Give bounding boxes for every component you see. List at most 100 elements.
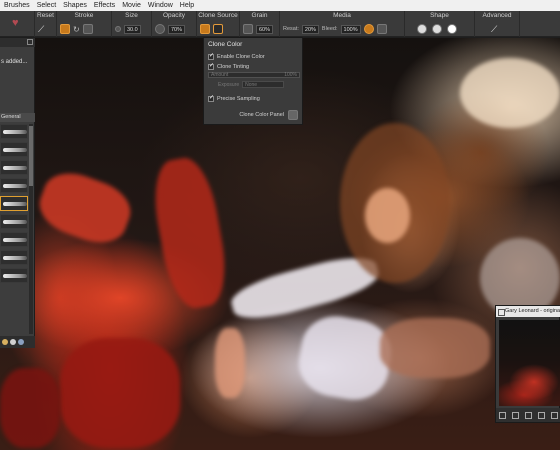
brush-item[interactable] — [0, 232, 28, 247]
brush-list — [0, 124, 28, 286]
navigator-title[interactable]: Gary Leonard - originalJ — [496, 306, 560, 317]
menu-movie[interactable]: Movie — [122, 0, 141, 11]
stroke-type-icon[interactable] — [60, 24, 70, 34]
resat-label: Resat: — [283, 26, 299, 32]
brush-dot-icon[interactable] — [10, 339, 16, 345]
folder-icon[interactable] — [499, 411, 506, 419]
scroll-thumb[interactable] — [29, 126, 33, 186]
brush-item[interactable] — [0, 268, 28, 283]
menu-select[interactable]: Select — [37, 0, 56, 11]
rotate-view-icon[interactable] — [538, 411, 545, 419]
brush-item[interactable] — [0, 250, 28, 265]
brush-library-panel: s added... General — [0, 38, 35, 348]
grain-value[interactable]: 60% — [256, 24, 274, 34]
precise-sampling-label: Precise Sampling — [217, 96, 260, 102]
navigator-panel: Gary Leonard - originalJ — [495, 305, 560, 423]
shape-dab-icon[interactable] — [432, 24, 442, 34]
brush-item[interactable] — [0, 124, 28, 139]
clone-tinting-label: Clone Tinting — [217, 64, 250, 70]
resat-value[interactable]: 20% — [301, 24, 319, 34]
exposure-select[interactable]: None — [242, 81, 285, 88]
stroke-label: Stroke — [74, 12, 94, 19]
paint-stroke — [365, 188, 410, 243]
heart-icon[interactable]: ♥ — [12, 17, 19, 29]
menu-effects[interactable]: Effects — [94, 0, 115, 11]
brush-item[interactable] — [0, 214, 28, 229]
brush-item-selected[interactable] — [0, 196, 28, 211]
menu-window[interactable]: Window — [148, 0, 173, 11]
paint-stroke — [32, 164, 138, 252]
reset-tile[interactable]: Reset ⟋ — [35, 11, 57, 37]
stroke-tile: Stroke ↻ — [57, 11, 112, 37]
size-tile: Size 30.0 — [112, 11, 152, 37]
zoom-icon[interactable] — [525, 411, 532, 419]
enable-clone-color-label: Enable Clone Color — [217, 54, 265, 60]
paint-stroke — [60, 338, 180, 448]
clone-source-tile: Clone Source — [197, 11, 240, 37]
brush-tool-icon[interactable]: ⟋ — [38, 24, 44, 35]
exposure-label: Exposure — [218, 81, 240, 88]
grain-icon — [243, 24, 253, 34]
media-option-icon[interactable] — [376, 24, 387, 34]
heart-tile[interactable]: ♥ — [0, 11, 35, 37]
amount-slider[interactable]: Amount 100% — [208, 72, 300, 78]
bleed-value[interactable]: 100% — [340, 24, 361, 34]
size-value[interactable]: 30.0 — [124, 24, 141, 34]
grid-icon[interactable] — [551, 411, 558, 419]
shape-tile: Shape — [405, 11, 475, 37]
color-dot-icon[interactable] — [2, 339, 8, 345]
opacity-value[interactable]: 70% — [168, 24, 186, 34]
reset-label: Reset — [37, 12, 54, 19]
amount-value: 100% — [284, 72, 297, 78]
clone-source-icon[interactable] — [200, 24, 210, 34]
shape-spray-icon[interactable] — [417, 24, 427, 34]
size-icon — [115, 26, 121, 32]
stroke-option-icon[interactable] — [82, 24, 93, 34]
navigator-thumbnail[interactable] — [499, 320, 560, 406]
shape-soft-icon[interactable] — [447, 24, 457, 34]
precise-sampling-checkbox[interactable] — [208, 94, 214, 102]
rotate-icon[interactable]: ↻ — [73, 25, 80, 34]
brush-item[interactable] — [0, 178, 28, 193]
clone-color-panel-label: Clone Color Panel — [239, 112, 284, 118]
clone-color-popup: Clone Color Enable Clone Color Clone Tin… — [203, 37, 303, 125]
brush-category[interactable]: General — [0, 113, 35, 122]
media-icon[interactable] — [363, 24, 374, 34]
clone-color-panel-button[interactable]: Clone Color Panel — [239, 110, 298, 120]
menu-help[interactable]: Help — [180, 0, 194, 11]
paint-stroke — [460, 58, 560, 128]
menu-bar: Brushes Select Shapes Effects Movie Wind… — [0, 0, 560, 11]
size-label: Size — [125, 12, 138, 19]
panel-menu-icon[interactable] — [27, 39, 33, 45]
paint-dot-icon[interactable] — [18, 339, 24, 345]
panel-header — [0, 38, 35, 47]
advanced-brush-icon[interactable]: ⟋ — [491, 24, 497, 35]
paint-stroke — [215, 328, 245, 398]
paint-stroke — [380, 318, 490, 378]
navigator-toolbar — [496, 408, 560, 422]
paint-stroke — [147, 153, 233, 313]
menu-brushes[interactable]: Brushes — [4, 0, 30, 11]
opacity-tile: Opacity 70% — [152, 11, 197, 37]
media-tile: Media Resat: 20% Bleed: 100% — [280, 11, 405, 37]
property-bar: ♥ Reset ⟋ Stroke ↻ Size 30.0 Opacity 70%… — [0, 11, 560, 37]
panel-footer — [0, 336, 35, 348]
paint-stroke — [0, 368, 60, 448]
brush-scrollbar[interactable] — [29, 124, 33, 334]
shape-label: Shape — [430, 12, 449, 19]
clone-tinting-checkbox[interactable] — [208, 62, 214, 70]
amount-label: Amount — [211, 72, 229, 78]
brush-item[interactable] — [0, 142, 28, 157]
menu-shapes[interactable]: Shapes — [63, 0, 87, 11]
hand-icon[interactable] — [512, 411, 519, 419]
brush-item[interactable] — [0, 160, 28, 175]
grain-label: Grain — [251, 12, 268, 19]
enable-clone-color-checkbox[interactable] — [208, 52, 214, 60]
media-label: Media — [333, 12, 351, 19]
opacity-label: Opacity — [162, 12, 186, 19]
clone-source-label: Clone Source — [198, 12, 238, 19]
clone-color-icon[interactable] — [213, 24, 223, 34]
advanced-label: Advanced — [482, 12, 512, 19]
brushes-added-text: s added... — [1, 59, 28, 65]
download-icon[interactable] — [288, 110, 298, 120]
